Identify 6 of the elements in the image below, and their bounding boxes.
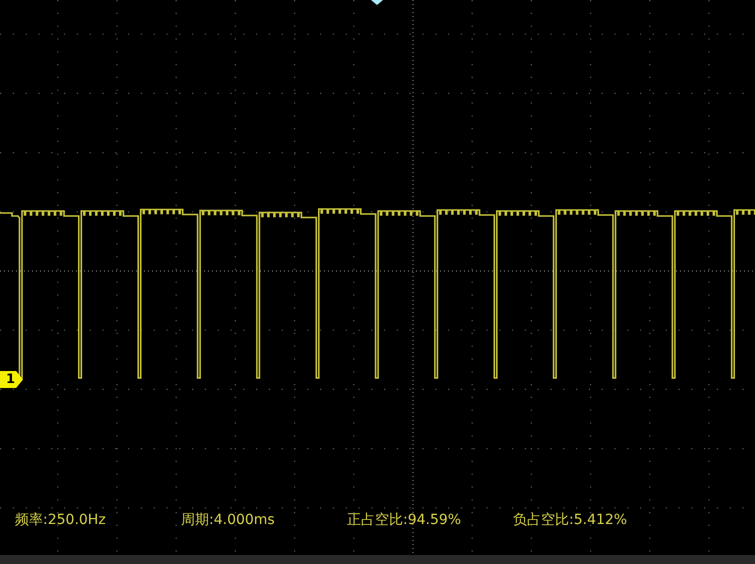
measurement-readout: 周期:4.000ms — [181, 511, 276, 530]
measurement-readout: 频率:250.0Hz — [15, 511, 107, 530]
trigger-marker-icon — [371, 0, 383, 5]
measurement-readout: 负占空比:5.412% — [513, 511, 628, 530]
measurement-readout: 正占空比:94.59% — [347, 511, 462, 530]
channel-marker[interactable]: 1 — [0, 371, 23, 388]
